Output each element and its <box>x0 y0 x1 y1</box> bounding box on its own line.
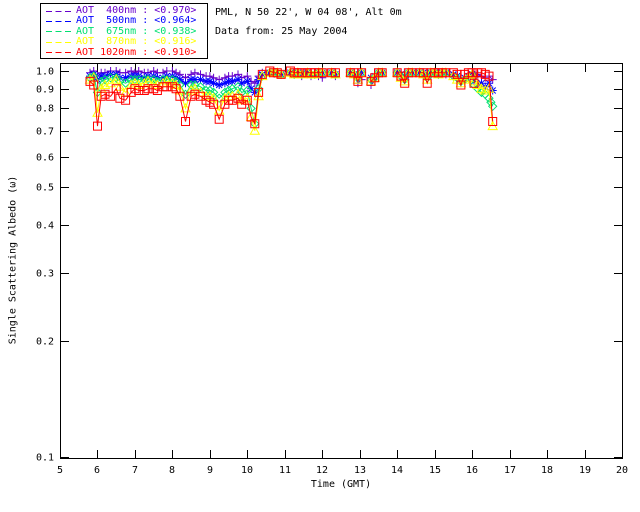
y-tick-label: 0.5 <box>36 183 54 194</box>
x-tick-label: 7 <box>132 465 138 476</box>
y-tick-label: 0.9 <box>36 85 54 96</box>
data-point-aot-500nm <box>209 79 218 88</box>
y-tick-label: 0.8 <box>36 104 54 115</box>
legend-dash-870nm <box>46 41 72 43</box>
site-header: PML, N 50 22', W 04 08', Alt 0m <box>215 7 402 18</box>
legend-dash-500nm <box>46 21 72 23</box>
x-tick-label: 6 <box>94 465 100 476</box>
date-header: Data from: 25 May 2004 <box>215 26 348 37</box>
x-tick-label: 8 <box>169 465 175 476</box>
x-tick-label: 5 <box>57 465 63 476</box>
x-tick-label: 12 <box>316 465 328 476</box>
data-point-aot-500nm <box>243 77 252 86</box>
x-tick-label: 11 <box>279 465 291 476</box>
x-tick-label: 16 <box>466 465 478 476</box>
y-tick-label: 1.0 <box>36 67 54 78</box>
y-tick-label: 0.7 <box>36 127 54 138</box>
y-tick-label: 0.6 <box>36 153 54 164</box>
y-tick-label: 0.4 <box>36 221 54 232</box>
x-tick-label: 20 <box>616 465 628 476</box>
x-tick-label: 18 <box>541 465 553 476</box>
x-tick-label: 9 <box>207 465 213 476</box>
x-tick-label: 19 <box>579 465 591 476</box>
ssa-chart-canvas: 5 6 7 8 9 10 11 12 13 14 15 16 17 18 19 20 1.0 0.9 0.8 0.7 0… <box>36 63 628 476</box>
y-axis-title: Single Scattering Albedo (ω) <box>7 175 19 345</box>
data-point-aot-500nm <box>215 81 224 89</box>
legend-label-1020nm: AOT 1020nm : <0.910> <box>76 46 197 58</box>
legend-dash-400nm <box>46 10 72 12</box>
y-tick-label: 0.3 <box>36 269 54 280</box>
legend-box: AOT 400nm : <0.970> AOT 500nm : <0.964> … <box>40 3 208 59</box>
y-tick-label: 0.2 <box>36 337 54 348</box>
legend-row-1020nm: AOT 1020nm : <0.910> <box>41 46 207 58</box>
x-tick-label: 10 <box>241 465 253 476</box>
x-tick-label: 13 <box>354 465 366 476</box>
ssa-plot-screen: 5 6 7 8 9 10 11 12 13 14 15 16 17 18 19 20 1.0 0.9 0.8 0.7 0… <box>0 0 640 512</box>
legend-row-870nm: AOT 870nm : <0.916> <box>41 36 207 47</box>
data-point-aot-400nm <box>190 68 199 77</box>
plot-box <box>60 63 623 459</box>
x-axis-title: Time (GMT) <box>310 479 372 490</box>
x-tick-label: 17 <box>504 465 516 476</box>
x-tick-label: 15 <box>429 465 441 476</box>
legend-dash-675nm <box>46 31 72 33</box>
y-tick-label: 0.1 <box>36 453 54 464</box>
x-tick-label: 14 <box>391 465 403 476</box>
legend-dash-1020nm <box>46 52 72 54</box>
